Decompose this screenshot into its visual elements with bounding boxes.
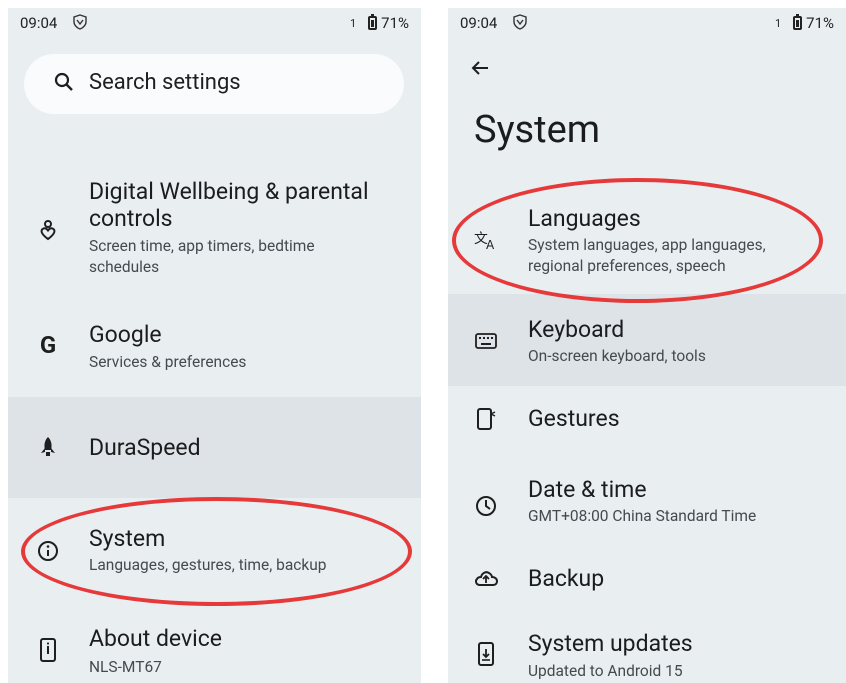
svg-text:A: A [486,238,495,252]
settings-item-google[interactable]: G Google Services & preferences [8,308,421,388]
settings-item-date-time[interactable]: Date & time GMT+08:00 China Standard Tim… [448,468,846,548]
settings-item-system-updates[interactable]: System updates Updated to Android 15 [448,618,846,683]
settings-item-backup[interactable]: Backup [448,548,846,612]
status-bar: 09:04 1 71% [460,14,834,34]
settings-item-title: Google [89,321,162,348]
search-bar[interactable]: Search settings [24,54,404,114]
google-icon: G [39,331,57,359]
page-title: System [474,108,601,152]
status-right: 1 71% [775,14,834,32]
settings-item-title: DuraSpeed [89,434,201,461]
system-update-icon [474,642,498,666]
settings-item-gestures[interactable]: Gestures [448,388,846,452]
gestures-icon [474,407,498,431]
settings-item-subtitle-line2: schedules [89,258,160,276]
settings-item-duraspeed[interactable]: DuraSpeed [8,397,421,498]
settings-item-title: Keyboard [528,316,625,343]
settings-item-digital-wellbeing[interactable]: Digital Wellbeing & parental controls Sc… [8,168,421,288]
rocket-icon [36,435,60,459]
info-icon [36,539,60,563]
settings-item-subtitle: Languages, gestures, time, backup [89,556,327,574]
settings-main-screen: 09:04 1 71% Search settings Digital Well… [8,8,421,683]
search-placeholder: Search settings [89,70,241,95]
wellbeing-icon [36,218,60,242]
status-time: 09:04 [20,14,58,32]
cloud-upload-icon [474,566,498,590]
settings-item-title: Languages [528,205,641,232]
settings-item-title-line2: controls [89,205,173,232]
settings-item-title: About device [89,625,222,652]
search-icon [54,72,74,92]
battery-percent: 71% [381,14,409,32]
settings-item-subtitle-line2: regional preferences, speech [528,257,726,275]
translate-icon: 文A [474,228,498,252]
settings-item-subtitle: Services & preferences [89,353,247,371]
keyboard-icon [474,329,498,353]
settings-item-title: Backup [528,565,605,592]
status-bar: 09:04 1 71% [20,14,409,34]
vpn-shield-icon [512,14,528,34]
phone-icon [36,638,60,662]
sim-indicator: 1 [349,16,357,30]
settings-item-keyboard[interactable]: Keyboard On-screen keyboard, tools [448,294,846,386]
settings-item-subtitle: Screen time, app timers, bedtime [89,237,315,255]
status-time: 09:04 [460,14,498,32]
settings-item-system[interactable]: System Languages, gestures, time, backup [8,508,421,598]
system-settings-screen: 09:04 1 71% System 文A Languages System l… [448,8,846,683]
settings-item-title: Digital Wellbeing & parental [89,178,369,205]
battery-icon [793,14,803,30]
vpn-shield-icon [72,14,88,34]
clock-icon [474,494,498,518]
settings-item-subtitle: GMT+08:00 China Standard Time [528,507,757,525]
settings-item-subtitle: System languages, app languages, [528,236,766,254]
settings-item-subtitle: Updated to Android 15 [528,662,683,680]
settings-item-subtitle: On-screen keyboard, tools [528,347,706,365]
settings-item-subtitle: NLS-MT67 [89,658,162,676]
battery-percent: 71% [806,14,834,32]
settings-item-about-device[interactable]: About device NLS-MT67 [8,613,421,683]
settings-item-title: System updates [528,630,693,657]
sim-indicator: 1 [774,16,782,30]
back-arrow-icon[interactable] [470,58,490,78]
settings-item-title: Date & time [528,476,647,503]
settings-item-title: Gestures [528,405,620,432]
battery-icon [368,14,378,30]
status-right: 1 71% [350,14,409,32]
settings-item-languages[interactable]: 文A Languages System languages, app langu… [448,198,846,294]
settings-item-title: System [89,525,166,552]
